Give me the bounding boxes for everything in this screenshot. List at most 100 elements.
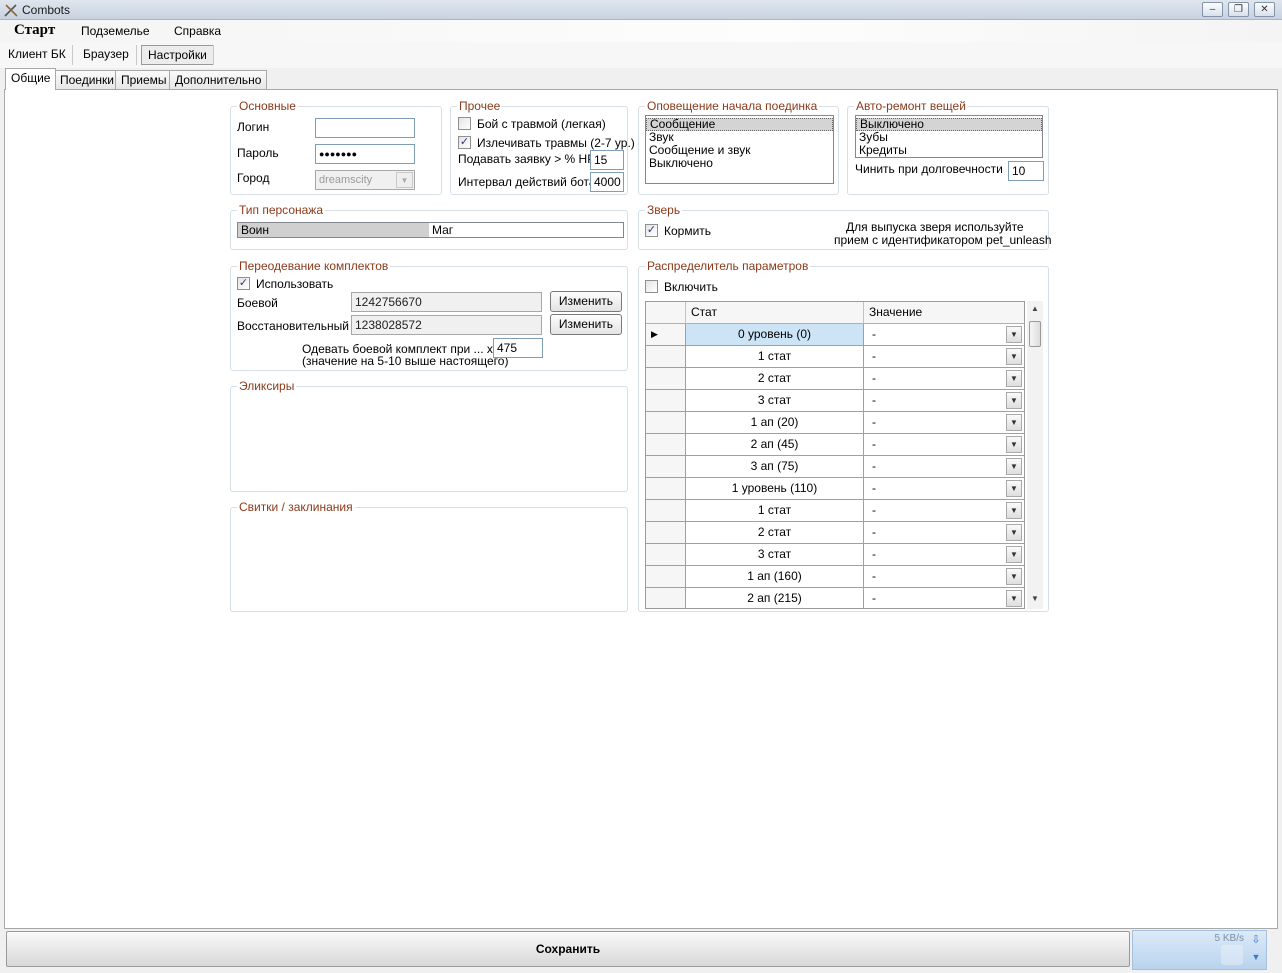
row-header[interactable] bbox=[646, 500, 686, 522]
row-header[interactable]: ▶ bbox=[646, 324, 686, 346]
feed-pet-checkbox[interactable]: ✓ bbox=[645, 224, 658, 237]
value-combo-cell[interactable]: - ▼ bbox=[864, 324, 1024, 346]
table-row[interactable]: ▶ 0 уровень (0) - ▼ bbox=[646, 324, 1024, 346]
value-combo-cell[interactable]: - ▼ bbox=[864, 522, 1024, 544]
chevron-down-icon[interactable]: ▼ bbox=[1006, 568, 1022, 585]
scroll-up-icon[interactable]: ▲ bbox=[1029, 303, 1041, 315]
durability-input[interactable]: 10 bbox=[1008, 161, 1044, 181]
change-restore-button[interactable]: Изменить bbox=[550, 314, 622, 335]
value-combo-cell[interactable]: - ▼ bbox=[864, 566, 1024, 588]
settings-button[interactable]: Настройки bbox=[141, 45, 214, 65]
stat-cell[interactable]: 1 стат bbox=[686, 500, 864, 522]
interval-input[interactable]: 4000 bbox=[590, 172, 624, 192]
row-header[interactable] bbox=[646, 346, 686, 368]
row-header[interactable] bbox=[646, 544, 686, 566]
stat-cell[interactable]: 3 стат bbox=[686, 390, 864, 412]
value-combo-cell[interactable]: - ▼ bbox=[864, 434, 1024, 456]
minimize-button[interactable]: ‒ bbox=[1202, 2, 1223, 17]
hp-threshold-input[interactable]: 475 bbox=[493, 338, 543, 358]
char-type-selector[interactable]: Воин Маг bbox=[237, 222, 624, 238]
chevron-down-icon[interactable]: ▼ bbox=[1006, 458, 1022, 475]
tab-techniques[interactable]: Приемы bbox=[115, 70, 173, 89]
row-header[interactable] bbox=[646, 456, 686, 478]
row-header[interactable] bbox=[646, 588, 686, 608]
stat-cell[interactable]: 2 стат bbox=[686, 522, 864, 544]
login-input[interactable] bbox=[315, 118, 415, 138]
stat-cell[interactable]: 2 стат bbox=[686, 368, 864, 390]
value-combo-cell[interactable]: - ▼ bbox=[864, 456, 1024, 478]
enable-distributor-checkbox[interactable] bbox=[645, 280, 658, 293]
char-type-warrior[interactable]: Воин bbox=[238, 223, 429, 237]
table-row[interactable]: 2 стат - ▼ bbox=[646, 368, 1024, 390]
stat-cell[interactable]: 1 уровень (110) bbox=[686, 478, 864, 500]
maximize-button[interactable]: ❐ bbox=[1228, 2, 1249, 17]
stat-cell[interactable]: 2 ап (45) bbox=[686, 434, 864, 456]
repair-listbox[interactable]: Выключено Зубы Кредиты bbox=[855, 115, 1043, 158]
table-row[interactable]: 1 стат - ▼ bbox=[646, 500, 1024, 522]
table-row[interactable]: 3 ап (75) - ▼ bbox=[646, 456, 1024, 478]
row-header[interactable] bbox=[646, 566, 686, 588]
list-item[interactable]: Выключено bbox=[646, 157, 833, 170]
row-header[interactable] bbox=[646, 522, 686, 544]
chevron-down-icon[interactable]: ▼ bbox=[1006, 436, 1022, 453]
table-row[interactable]: 3 стат - ▼ bbox=[646, 544, 1024, 566]
chevron-down-icon[interactable]: ▼ bbox=[1006, 326, 1022, 343]
value-combo-cell[interactable]: - ▼ bbox=[864, 500, 1024, 522]
menu-start[interactable]: Старт bbox=[14, 22, 55, 39]
stat-cell[interactable]: 3 ап (75) bbox=[686, 456, 864, 478]
change-combat-button[interactable]: Изменить bbox=[550, 291, 622, 312]
stat-cell[interactable]: 3 стат bbox=[686, 544, 864, 566]
chevron-down-icon[interactable]: ▼ bbox=[1006, 480, 1022, 497]
value-combo-cell[interactable]: - ▼ bbox=[864, 346, 1024, 368]
heal-trauma-checkbox[interactable]: ✓ bbox=[458, 136, 471, 149]
chevron-down-icon[interactable]: ▼ bbox=[1006, 348, 1022, 365]
value-combo-cell[interactable]: - ▼ bbox=[864, 412, 1024, 434]
notify-listbox[interactable]: Сообщение Звук Сообщение и звук Выключен… bbox=[645, 115, 834, 184]
table-row[interactable]: 1 стат - ▼ bbox=[646, 346, 1024, 368]
table-row[interactable]: 2 ап (215) - ▼ bbox=[646, 588, 1024, 608]
trauma-fight-checkbox[interactable] bbox=[458, 117, 471, 130]
value-combo-cell[interactable]: - ▼ bbox=[864, 478, 1024, 500]
chevron-down-icon[interactable]: ▼ bbox=[1006, 524, 1022, 541]
row-header[interactable] bbox=[646, 368, 686, 390]
list-item[interactable]: Кредиты bbox=[856, 144, 1042, 157]
chevron-down-icon[interactable]: ▼ bbox=[1006, 590, 1022, 607]
table-row[interactable]: 2 ап (45) - ▼ bbox=[646, 434, 1024, 456]
table-row[interactable]: 1 ап (20) - ▼ bbox=[646, 412, 1024, 434]
scroll-thumb[interactable] bbox=[1029, 321, 1041, 347]
row-header[interactable] bbox=[646, 412, 686, 434]
value-combo-cell[interactable]: - ▼ bbox=[864, 588, 1024, 608]
stat-cell[interactable]: 1 ап (20) bbox=[686, 412, 864, 434]
stat-cell[interactable]: 2 ап (215) bbox=[686, 588, 864, 608]
request-hp-input[interactable]: 15 bbox=[590, 150, 624, 170]
table-row[interactable]: 1 ап (160) - ▼ bbox=[646, 566, 1024, 588]
stats-grid[interactable]: Стат Значение ▶ 0 уровень (0) - ▼ 1 стат - ▼ 2 … bbox=[645, 301, 1025, 609]
value-combo-cell[interactable]: - ▼ bbox=[864, 368, 1024, 390]
value-column-header[interactable]: Значение bbox=[864, 302, 1024, 324]
table-row[interactable]: 2 стат - ▼ bbox=[646, 522, 1024, 544]
tab-fights[interactable]: Поединки bbox=[54, 70, 120, 89]
chevron-down-icon[interactable]: ▼ bbox=[1006, 546, 1022, 563]
value-combo-cell[interactable]: - ▼ bbox=[864, 544, 1024, 566]
client-bk-button[interactable]: Клиент БК bbox=[2, 45, 72, 65]
password-input[interactable]: ●●●●●●● bbox=[315, 144, 415, 164]
grid-scrollbar[interactable]: ▲ ▼ bbox=[1027, 301, 1043, 609]
use-sets-checkbox[interactable]: ✓ bbox=[237, 277, 250, 290]
list-item[interactable]: Сообщение bbox=[646, 118, 833, 131]
chevron-down-icon[interactable]: ▼ bbox=[1249, 952, 1263, 968]
row-header[interactable] bbox=[646, 434, 686, 456]
close-button[interactable]: ✕ bbox=[1254, 2, 1275, 17]
browser-button[interactable]: Браузер bbox=[77, 45, 135, 65]
tab-general[interactable]: Общие bbox=[5, 68, 57, 90]
menu-help[interactable]: Справка bbox=[174, 24, 221, 38]
table-row[interactable]: 1 уровень (110) - ▼ bbox=[646, 478, 1024, 500]
table-row[interactable]: 3 стат - ▼ bbox=[646, 390, 1024, 412]
scroll-down-icon[interactable]: ▼ bbox=[1029, 593, 1041, 605]
stat-column-header[interactable]: Стат bbox=[686, 302, 864, 324]
value-combo-cell[interactable]: - ▼ bbox=[864, 390, 1024, 412]
row-header[interactable] bbox=[646, 478, 686, 500]
chevron-down-icon[interactable]: ▼ bbox=[1006, 414, 1022, 431]
stat-cell[interactable]: 1 ап (160) bbox=[686, 566, 864, 588]
char-type-mage[interactable]: Маг bbox=[432, 223, 453, 237]
row-header[interactable] bbox=[646, 390, 686, 412]
